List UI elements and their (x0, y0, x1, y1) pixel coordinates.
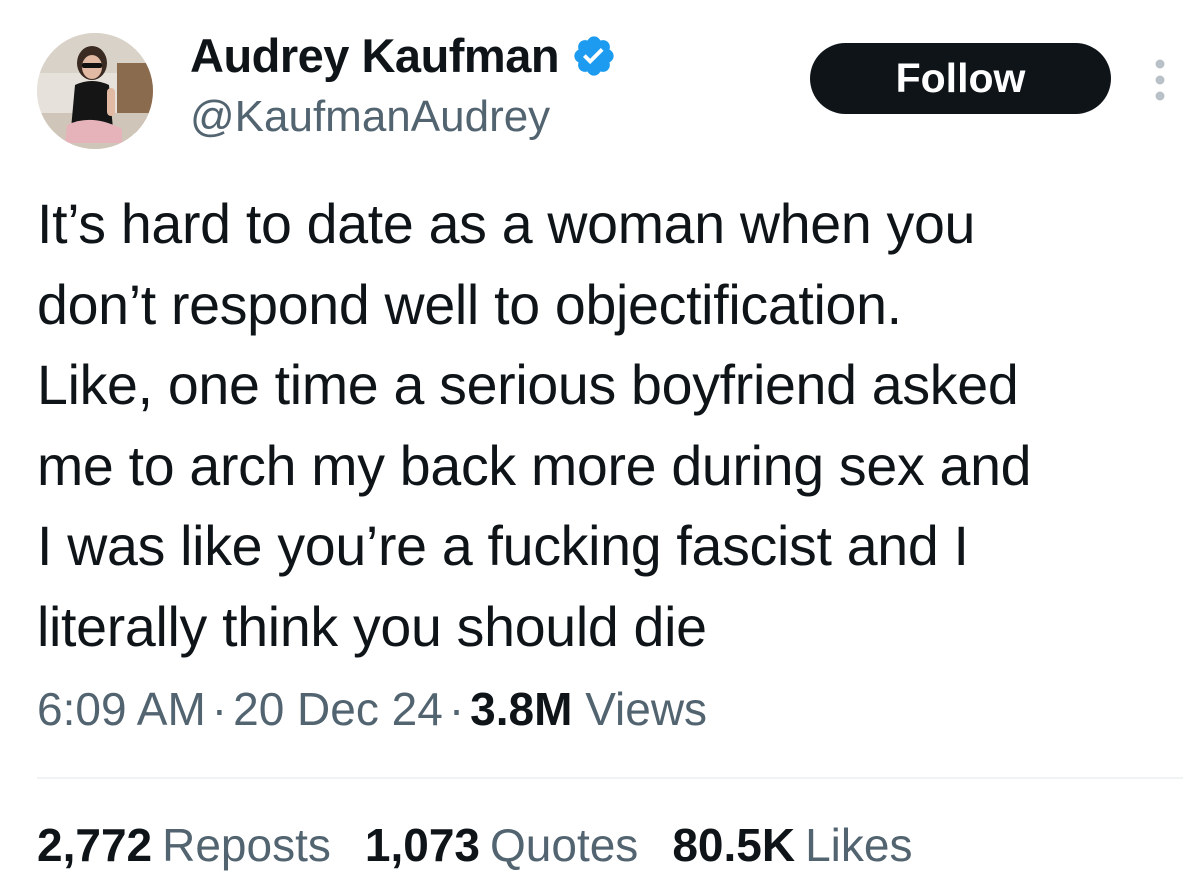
tweet-text: It’s hard to date as a woman when you do… (37, 193, 1032, 658)
avatar[interactable] (37, 33, 153, 149)
likes-stat[interactable]: 80.5K Likes (672, 818, 912, 872)
tweet-time[interactable]: 6:09 AM (37, 683, 206, 735)
likes-label: Likes (805, 819, 913, 871)
display-name[interactable]: Audrey Kaufman (190, 28, 560, 83)
tweet-meta: 6:09 AM · 20 Dec 24 · 3.8M Views (37, 682, 707, 736)
quotes-count: 1,073 (364, 819, 480, 871)
quotes-stat[interactable]: 1,073 Quotes (365, 818, 638, 872)
follow-button[interactable]: Follow (810, 43, 1111, 114)
avatar-photo (37, 33, 153, 149)
user-handle[interactable]: @KaufmanAudrey (190, 92, 550, 142)
divider (37, 777, 1183, 779)
tweet-card: Audrey Kaufman @KaufmanAudrey Follow It’… (0, 0, 1200, 895)
reposts-label: Reposts (162, 819, 331, 871)
engagement-stats: 2,772 Reposts 1,073 Quotes 80.5K Likes (37, 818, 912, 872)
meta-separator: · (211, 683, 228, 735)
verified-badge-icon[interactable] (571, 33, 617, 79)
display-name-row[interactable]: Audrey Kaufman (190, 28, 617, 83)
reposts-stat[interactable]: 2,772 Reposts (37, 818, 331, 872)
views-count: 3.8M (470, 683, 573, 735)
views-label: Views (585, 683, 708, 735)
tweet-date[interactable]: 20 Dec 24 (233, 683, 443, 735)
quotes-label: Quotes (490, 819, 639, 871)
reposts-count: 2,772 (37, 819, 153, 871)
likes-count: 80.5K (672, 819, 796, 871)
more-options-icon[interactable] (1145, 56, 1175, 104)
meta-separator: · (448, 683, 465, 735)
